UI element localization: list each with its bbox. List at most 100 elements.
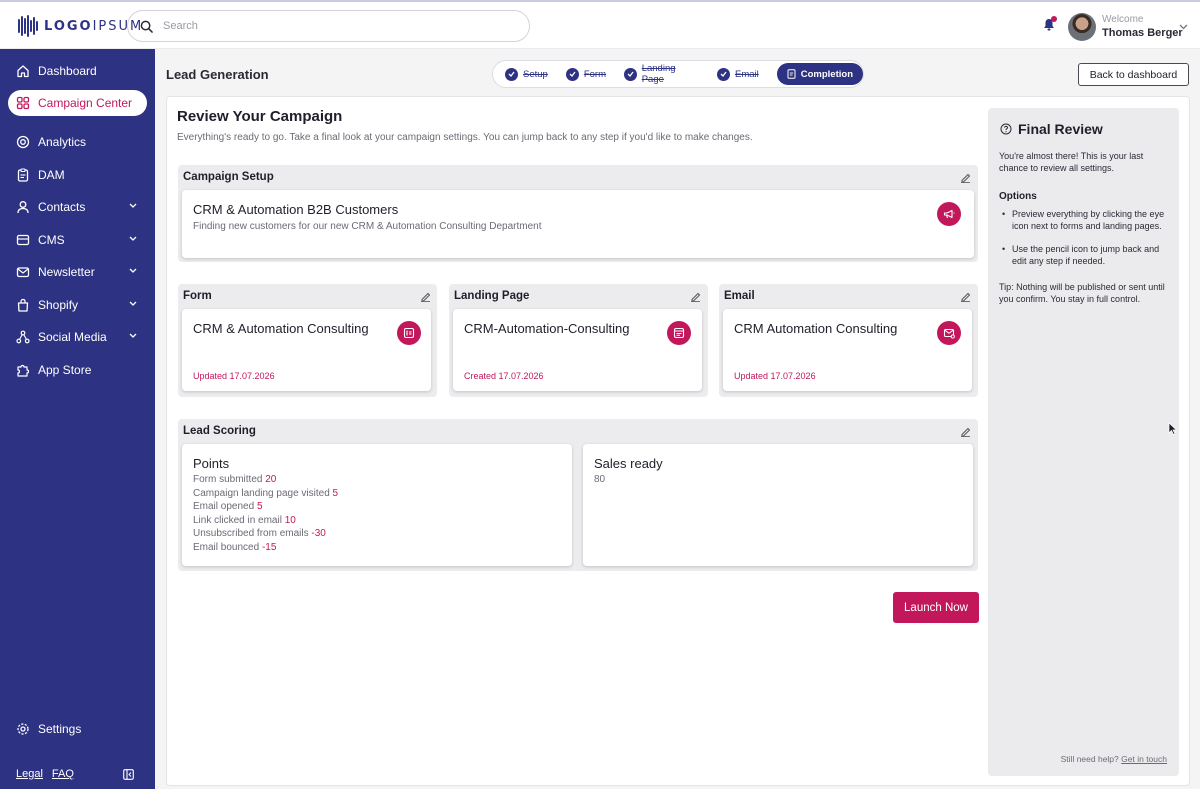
check-icon xyxy=(624,67,637,81)
sidebar-item-dam[interactable]: DAM xyxy=(8,162,147,188)
sidebar-item-app-store[interactable]: App Store xyxy=(8,357,147,383)
search-input[interactable] xyxy=(163,20,503,32)
sidebar-item-contacts[interactable]: Contacts xyxy=(8,194,147,220)
pencil-icon[interactable] xyxy=(960,426,971,437)
sidebar-footer: Legal FAQ xyxy=(16,768,74,780)
check-icon xyxy=(505,67,518,81)
get-in-touch-link[interactable]: Get in touch xyxy=(1121,754,1167,764)
sidebar-item-label: Social Media xyxy=(38,330,107,344)
analytics-icon xyxy=(16,135,30,149)
check-icon xyxy=(716,67,730,81)
mail-send-icon xyxy=(937,321,961,345)
sidebar-item-social-media[interactable]: Social Media xyxy=(8,324,147,350)
pencil-icon[interactable] xyxy=(960,291,971,302)
landing-page-date: Created 17.07.2026 xyxy=(464,371,544,381)
avatar[interactable] xyxy=(1068,13,1096,41)
sidebar-item-label: CMS xyxy=(38,233,65,247)
pencil-icon[interactable] xyxy=(420,291,431,302)
sidebar-item-settings[interactable]: Settings xyxy=(8,716,147,742)
email-name: CRM Automation Consulting xyxy=(734,321,898,336)
logo[interactable]: LOGOIPSUM xyxy=(18,15,143,37)
points-card: Points Form submitted 20 Campaign landin… xyxy=(182,444,572,566)
step-label: Setup xyxy=(523,68,548,80)
review-subtitle: Everything's ready to go. Take a final l… xyxy=(177,132,753,143)
step-setup[interactable]: Setup xyxy=(505,67,548,81)
step-email[interactable]: Email xyxy=(716,67,759,81)
points-row: Form submitted 20 xyxy=(193,474,277,485)
pencil-icon[interactable] xyxy=(690,291,701,302)
lead-scoring-section: Lead Scoring Points Form submitted 20 Ca… xyxy=(178,419,978,571)
chevron-down-icon xyxy=(129,268,137,273)
user-icon xyxy=(17,201,29,214)
chevron-down-icon xyxy=(129,301,137,306)
bullet: • xyxy=(1002,209,1006,219)
step-label: Landing Page xyxy=(641,63,676,85)
sidebar-item-shopify[interactable]: Shopify xyxy=(8,292,147,318)
landing-page-card[interactable]: CRM-Automation-Consulting Created 17.07.… xyxy=(453,309,702,391)
sales-ready-title: Sales ready xyxy=(594,456,663,471)
sidebar-item-cms[interactable]: CMS xyxy=(8,227,147,253)
launch-now-button[interactable]: Launch Now xyxy=(893,592,979,623)
points-row: Email opened 5 xyxy=(193,501,263,512)
sidebar-item-label: Newsletter xyxy=(38,265,95,279)
page-title: Lead Generation xyxy=(166,67,269,82)
sidebar-item-newsletter[interactable]: Newsletter xyxy=(8,259,147,285)
section-label: Landing Page xyxy=(454,290,530,302)
step-landing-page[interactable]: Landing Page xyxy=(624,63,699,85)
sidebar: Dashboard Campaign Center Analytics DAM … xyxy=(0,49,155,789)
sidebar-item-label: Shopify xyxy=(38,298,79,312)
email-section: Email CRM Automation Consulting Updated … xyxy=(719,284,978,397)
points-row: Link clicked in email 10 xyxy=(193,514,296,526)
top-bar: LOGOIPSUM Welcome Thomas Berger xyxy=(0,0,1200,49)
option-item: Preview everything by clicking the eye i… xyxy=(1012,209,1165,231)
back-to-dashboard-button[interactable]: Back to dashboard xyxy=(1078,63,1189,86)
mail-icon xyxy=(16,267,30,278)
sidebar-item-dashboard[interactable]: Dashboard xyxy=(8,58,147,84)
final-review-tip: Tip: Nothing will be published or sent u… xyxy=(999,282,1165,304)
search-box[interactable] xyxy=(127,10,530,42)
form-icon xyxy=(397,321,421,345)
help-line: Still need help? Get in touch xyxy=(1060,754,1167,764)
mouse-cursor-icon xyxy=(1168,422,1177,435)
step-form[interactable]: Form xyxy=(565,67,606,81)
form-card[interactable]: CRM & Automation Consulting Updated 17.0… xyxy=(182,309,431,391)
final-review-panel: Final Review You're almost there! This i… xyxy=(988,108,1179,776)
welcome-label: Welcome xyxy=(1102,14,1144,25)
points-row: Unsubscribed from emails -30 xyxy=(193,528,326,539)
stepper: Setup Form Landing Page Email Completion xyxy=(492,60,864,88)
step-label: Email xyxy=(734,68,759,80)
notification-badge xyxy=(1051,16,1057,22)
search-icon xyxy=(140,20,153,33)
campaign-setup-section: Campaign Setup CRM & Automation B2B Cust… xyxy=(178,165,978,262)
faq-link[interactable]: FAQ xyxy=(52,768,74,780)
help-circle-icon xyxy=(1000,123,1012,135)
step-completion[interactable]: Completion xyxy=(776,63,863,85)
email-card[interactable]: CRM Automation Consulting Updated 17.07.… xyxy=(723,309,972,391)
megaphone-icon xyxy=(937,202,961,226)
bullet: • xyxy=(1002,244,1006,254)
browser-icon xyxy=(667,321,691,345)
final-review-intro: You're almost there! This is your last c… xyxy=(999,151,1144,173)
home-icon xyxy=(17,65,29,78)
final-review-title: Final Review xyxy=(1018,121,1103,137)
sidebar-item-label: Settings xyxy=(38,722,82,736)
section-label: Lead Scoring xyxy=(183,425,256,437)
user-name[interactable]: Thomas Berger xyxy=(1102,27,1183,39)
campaign-setup-card: CRM & Automation B2B Customers Finding n… xyxy=(182,190,974,258)
puzzle-icon xyxy=(17,364,30,377)
sidebar-item-label: DAM xyxy=(38,168,65,182)
sidebar-item-campaign-center[interactable]: Campaign Center xyxy=(8,90,147,116)
chevron-down-icon xyxy=(129,236,137,241)
step-label: Completion xyxy=(800,68,853,80)
sidebar-item-analytics[interactable]: Analytics xyxy=(8,129,147,155)
pencil-icon[interactable] xyxy=(960,172,971,183)
notifications-button[interactable] xyxy=(1043,16,1057,34)
collapse-sidebar-icon[interactable] xyxy=(123,769,134,780)
document-icon xyxy=(787,69,796,79)
check-icon xyxy=(565,67,579,81)
sidebar-item-label: Contacts xyxy=(38,200,86,214)
points-row: Email bounced -15 xyxy=(193,541,277,553)
review-title: Review Your Campaign xyxy=(177,108,343,125)
chevron-down-icon[interactable] xyxy=(1179,24,1188,30)
legal-link[interactable]: Legal xyxy=(16,768,43,780)
